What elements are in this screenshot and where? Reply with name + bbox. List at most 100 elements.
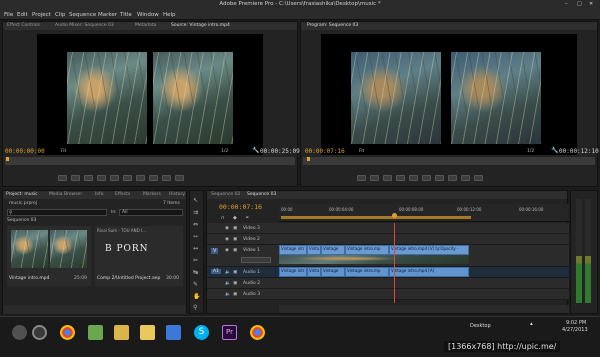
search-in-select[interactable]: All — [119, 209, 183, 216]
lock-icon[interactable]: ▣ — [233, 248, 237, 253]
tab-audio-mixer[interactable]: Audio Mixer: Sequence 03 — [55, 23, 114, 28]
audio-clip[interactable]: Vintage intr — [279, 267, 307, 277]
mark-out-button[interactable] — [71, 175, 80, 181]
program-playhead[interactable] — [307, 157, 310, 161]
zoom-tool-icon[interactable]: ⚲ — [193, 304, 197, 311]
link-icon[interactable]: ⚭ — [245, 215, 249, 221]
lock-icon[interactable]: ▣ — [233, 226, 237, 231]
tab-metadata[interactable]: Metadata — [135, 23, 156, 28]
program-fit-select[interactable]: Fit — [359, 149, 364, 154]
program-viewer[interactable] — [321, 34, 577, 155]
menu-clip[interactable]: Clip — [55, 12, 65, 18]
time-ruler[interactable]: 00:00 00:00:04:00 00:00:08:00 00:00:12:0… — [279, 204, 569, 222]
audio-clip[interactable]: Vintage intro.mp4 [A] — [389, 267, 469, 277]
menu-file[interactable]: File — [4, 12, 13, 18]
project-item-comp[interactable]: Rival Sum - TOU AND I... B PORN Comp 2/U… — [95, 226, 183, 286]
video-clip[interactable]: Vintage intr — [279, 245, 307, 255]
rate-stretch-tool-icon[interactable]: ↔ — [193, 245, 198, 252]
menu-marker[interactable]: Marker — [98, 12, 117, 18]
folder-icon[interactable] — [140, 325, 155, 340]
tab-effect-controls[interactable]: Effect Controls — [7, 23, 40, 28]
pen-tool-icon[interactable]: ✎ — [193, 281, 198, 288]
audio-clip[interactable]: Vintage intro.mp — [345, 267, 389, 277]
chrome-icon[interactable] — [250, 325, 265, 340]
menu-title[interactable]: Title — [120, 12, 132, 18]
slip-tool-icon[interactable]: ↹ — [193, 269, 198, 276]
overwrite-button[interactable] — [162, 175, 171, 181]
step-forward-button[interactable] — [123, 175, 132, 181]
speaker-icon[interactable]: 🔈 — [225, 270, 231, 275]
video-clip[interactable]: Vintage intro.mp — [345, 245, 389, 255]
play-button[interactable] — [110, 175, 119, 181]
tab-info[interactable]: Info — [95, 192, 104, 197]
tab-effects[interactable]: Effects — [115, 192, 130, 197]
timeline-scrollbar[interactable] — [279, 305, 569, 313]
playhead-handle[interactable] — [392, 213, 397, 218]
source-fit-select[interactable]: Fit — [61, 149, 66, 154]
tab-history[interactable]: History — [169, 192, 185, 197]
menu-help[interactable]: Help — [163, 12, 176, 18]
menu-edit[interactable]: Edit — [17, 12, 28, 18]
tab-project[interactable]: Project: music — [6, 192, 38, 197]
tab-markers[interactable]: Markers — [143, 192, 161, 197]
source-resolution-select[interactable]: 1/2 — [221, 149, 228, 154]
eye-icon[interactable]: ◉ — [225, 248, 229, 253]
wrench-icon[interactable]: 🔧 — [252, 147, 259, 154]
eye-icon[interactable]: ◉ — [225, 226, 229, 231]
lock-icon[interactable]: ▣ — [233, 270, 237, 275]
keyframe-navigator[interactable] — [241, 257, 271, 263]
export-frame-button[interactable] — [474, 175, 483, 181]
tab-sequence-03[interactable]: Sequence 03 — [247, 192, 276, 197]
insert-button[interactable] — [149, 175, 158, 181]
project-search-input[interactable]: ⚲ — [7, 209, 107, 216]
video-clip[interactable]: Vintage intro.mp4 [V] ty:Opacity - — [389, 245, 469, 255]
program-timecode-left[interactable]: 00:00:07:16 — [305, 148, 345, 155]
eye-icon[interactable]: ◉ — [225, 237, 229, 242]
chrome-icon[interactable] — [60, 325, 75, 340]
track-select-tool-icon[interactable]: ⇉ — [193, 209, 198, 216]
ripple-edit-tool-icon[interactable]: ⇔ — [193, 221, 198, 228]
taskbar-language[interactable]: Desktop — [470, 323, 491, 329]
minimize-icon[interactable]: – — [565, 1, 568, 7]
marker-icon[interactable]: ◆ — [233, 215, 237, 221]
monitor-app-icon[interactable] — [166, 325, 181, 340]
tab-sequence-02[interactable]: Sequence 02 — [211, 192, 240, 197]
menu-project[interactable]: Project — [32, 12, 51, 18]
source-playhead[interactable] — [6, 157, 9, 161]
speaker-icon[interactable]: 🔈 — [225, 281, 231, 286]
tab-source[interactable]: Source: Vintage intro.mp4 — [171, 23, 230, 28]
menu-window[interactable]: Window — [137, 12, 159, 18]
lock-icon[interactable]: ▣ — [233, 292, 237, 297]
source-scrubber[interactable] — [5, 157, 295, 165]
clock-date[interactable]: 4/27/2013 — [562, 327, 588, 333]
mark-in-button[interactable] — [357, 175, 366, 181]
source-viewer[interactable] — [37, 34, 263, 155]
menu-sequence[interactable]: Sequence — [69, 12, 96, 18]
maximize-icon[interactable]: □ — [577, 1, 582, 7]
mark-out-button[interactable] — [370, 175, 379, 181]
speaker-icon[interactable]: 🔈 — [225, 292, 231, 297]
green-app-icon[interactable] — [88, 325, 103, 340]
program-resolution-select[interactable]: 1/2 — [527, 149, 534, 154]
lift-button[interactable] — [448, 175, 457, 181]
extract-button[interactable] — [461, 175, 470, 181]
project-item-vintage[interactable]: Vintage intro.mp4 25:09 — [7, 226, 91, 286]
goto-out-button[interactable] — [435, 175, 444, 181]
selection-tool-icon[interactable]: ↖ — [193, 197, 198, 204]
tray-arrow-icon[interactable]: ▴ — [530, 321, 533, 327]
lock-icon[interactable]: ▣ — [233, 281, 237, 286]
razor-tool-icon[interactable]: ✂ — [193, 257, 198, 264]
goto-in-button[interactable] — [84, 175, 93, 181]
snap-icon[interactable]: ∩ — [221, 215, 225, 221]
video-clip[interactable]: Vintage — [321, 245, 345, 255]
start-orb-icon[interactable] — [12, 325, 27, 340]
video-target[interactable]: V — [211, 248, 219, 254]
mark-in-button[interactable] — [58, 175, 67, 181]
audio-clip[interactable]: Vintage — [321, 267, 345, 277]
lock-icon[interactable]: ▣ — [233, 237, 237, 242]
skype-icon[interactable]: S — [194, 325, 209, 340]
camera-app-icon[interactable] — [32, 325, 47, 340]
hand-tool-icon[interactable]: ✋ — [193, 293, 200, 300]
step-back-button[interactable] — [396, 175, 405, 181]
goto-out-button[interactable] — [136, 175, 145, 181]
